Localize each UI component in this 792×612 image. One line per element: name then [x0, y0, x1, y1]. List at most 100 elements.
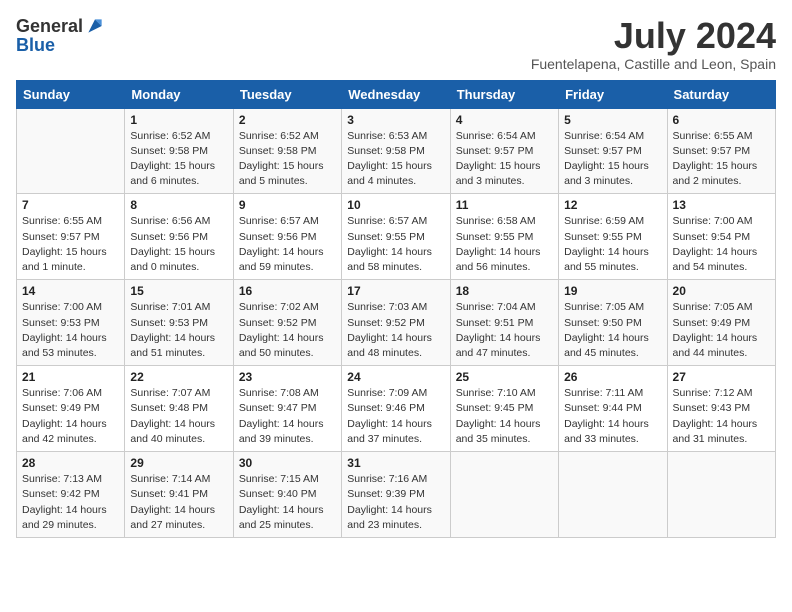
day-info: Sunrise: 7:13 AMSunset: 9:42 PMDaylight:… [22, 472, 119, 533]
day-number: 23 [239, 370, 336, 384]
day-cell: 23 Sunrise: 7:08 AMSunset: 9:47 PMDayligh… [233, 366, 341, 452]
day-cell: 11Sunrise: 6:58 AMSunset: 9:55 PMDayligh… [450, 194, 558, 280]
day-info: Sunrise: 7:11 AMSunset: 9:44 PMDaylight:… [564, 386, 661, 447]
day-info: Sunrise: 7:05 AMSunset: 9:50 PMDaylight:… [564, 300, 661, 361]
day-cell: 28 Sunrise: 7:13 AMSunset: 9:42 PMDayligh… [17, 452, 125, 538]
day-cell: 31 Sunrise: 7:16 AMSunset: 9:39 PMDayligh… [342, 452, 450, 538]
week-row-1: 1 Sunrise: 6:52 AMSunset: 9:58 PMDaylight… [17, 108, 776, 194]
day-number: 11 [456, 198, 553, 212]
day-cell: 14 Sunrise: 7:00 AMSunset: 9:53 PMDayligh… [17, 280, 125, 366]
weekday-header-monday: Monday [125, 80, 233, 108]
day-cell: 9 Sunrise: 6:57 AMSunset: 9:56 PMDaylight… [233, 194, 341, 280]
day-cell: 27Sunrise: 7:12 AMSunset: 9:43 PMDayligh… [667, 366, 775, 452]
day-cell: 7 Sunrise: 6:55 AMSunset: 9:57 PMDaylight… [17, 194, 125, 280]
day-info: Sunrise: 7:10 AMSunset: 9:45 PMDaylight:… [456, 386, 553, 447]
day-info: Sunrise: 6:59 AMSunset: 9:55 PMDaylight:… [564, 214, 661, 275]
day-info: Sunrise: 7:16 AMSunset: 9:39 PMDaylight:… [347, 472, 444, 533]
day-info: Sunrise: 7:03 AMSunset: 9:52 PMDaylight:… [347, 300, 444, 361]
day-cell: 16 Sunrise: 7:02 AMSunset: 9:52 PMDayligh… [233, 280, 341, 366]
day-cell: 5 Sunrise: 6:54 AMSunset: 9:57 PMDaylight… [559, 108, 667, 194]
weekday-header-wednesday: Wednesday [342, 80, 450, 108]
day-cell [450, 452, 558, 538]
day-info: Sunrise: 6:54 AMSunset: 9:57 PMDaylight:… [456, 129, 553, 190]
day-cell [17, 108, 125, 194]
day-cell: 4 Sunrise: 6:54 AMSunset: 9:57 PMDaylight… [450, 108, 558, 194]
month-title: July 2024 [531, 16, 776, 56]
page-header: General Blue July 2024 Fuentelapena, Cas… [16, 16, 776, 72]
day-info: Sunrise: 6:52 AMSunset: 9:58 PMDaylight:… [239, 129, 336, 190]
day-cell: 22 Sunrise: 7:07 AMSunset: 9:48 PMDayligh… [125, 366, 233, 452]
day-info: Sunrise: 7:15 AMSunset: 9:40 PMDaylight:… [239, 472, 336, 533]
day-cell: 17 Sunrise: 7:03 AMSunset: 9:52 PMDayligh… [342, 280, 450, 366]
week-row-3: 14 Sunrise: 7:00 AMSunset: 9:53 PMDayligh… [17, 280, 776, 366]
day-cell: 12 Sunrise: 6:59 AMSunset: 9:55 PMDayligh… [559, 194, 667, 280]
day-number: 12 [564, 198, 661, 212]
day-info: Sunrise: 7:04 AMSunset: 9:51 PMDaylight:… [456, 300, 553, 361]
day-info: Sunrise: 6:57 AMSunset: 9:55 PMDaylight:… [347, 214, 444, 275]
day-cell [667, 452, 775, 538]
day-info: Sunrise: 6:53 AMSunset: 9:58 PMDaylight:… [347, 129, 444, 190]
day-number: 30 [239, 456, 336, 470]
day-cell: 8 Sunrise: 6:56 AMSunset: 9:56 PMDaylight… [125, 194, 233, 280]
day-number: 24 [347, 370, 444, 384]
day-info: Sunrise: 6:56 AMSunset: 9:56 PMDaylight:… [130, 214, 227, 275]
logo-general: General [16, 17, 83, 35]
day-cell: 1 Sunrise: 6:52 AMSunset: 9:58 PMDaylight… [125, 108, 233, 194]
weekday-header-tuesday: Tuesday [233, 80, 341, 108]
weekday-header-row: SundayMondayTuesdayWednesdayThursdayFrid… [17, 80, 776, 108]
day-number: 17 [347, 284, 444, 298]
day-info: Sunrise: 6:57 AMSunset: 9:56 PMDaylight:… [239, 214, 336, 275]
day-cell: 15 Sunrise: 7:01 AMSunset: 9:53 PMDayligh… [125, 280, 233, 366]
day-cell: 24 Sunrise: 7:09 AMSunset: 9:46 PMDayligh… [342, 366, 450, 452]
day-number: 26 [564, 370, 661, 384]
day-info: Sunrise: 7:01 AMSunset: 9:53 PMDaylight:… [130, 300, 227, 361]
day-number: 7 [22, 198, 119, 212]
day-number: 25 [456, 370, 553, 384]
day-cell: 2Sunrise: 6:52 AMSunset: 9:58 PMDaylight… [233, 108, 341, 194]
day-number: 14 [22, 284, 119, 298]
day-number: 29 [130, 456, 227, 470]
day-number: 6 [673, 113, 770, 127]
day-cell: 10Sunrise: 6:57 AMSunset: 9:55 PMDayligh… [342, 194, 450, 280]
day-info: Sunrise: 6:55 AMSunset: 9:57 PMDaylight:… [22, 214, 119, 275]
day-number: 8 [130, 198, 227, 212]
day-cell: 18 Sunrise: 7:04 AMSunset: 9:51 PMDayligh… [450, 280, 558, 366]
day-info: Sunrise: 7:14 AMSunset: 9:41 PMDaylight:… [130, 472, 227, 533]
day-number: 28 [22, 456, 119, 470]
day-number: 27 [673, 370, 770, 384]
day-info: Sunrise: 7:07 AMSunset: 9:48 PMDaylight:… [130, 386, 227, 447]
day-number: 9 [239, 198, 336, 212]
day-info: Sunrise: 7:02 AMSunset: 9:52 PMDaylight:… [239, 300, 336, 361]
day-cell: 29 Sunrise: 7:14 AMSunset: 9:41 PMDayligh… [125, 452, 233, 538]
day-number: 1 [130, 113, 227, 127]
day-number: 18 [456, 284, 553, 298]
weekday-header-saturday: Saturday [667, 80, 775, 108]
day-info: Sunrise: 7:09 AMSunset: 9:46 PMDaylight:… [347, 386, 444, 447]
day-number: 5 [564, 113, 661, 127]
day-info: Sunrise: 7:05 AMSunset: 9:49 PMDaylight:… [673, 300, 770, 361]
day-number: 19 [564, 284, 661, 298]
day-info: Sunrise: 6:52 AMSunset: 9:58 PMDaylight:… [130, 129, 227, 190]
day-number: 4 [456, 113, 553, 127]
day-number: 3 [347, 113, 444, 127]
logo-blue: Blue [16, 35, 55, 55]
day-cell: 3 Sunrise: 6:53 AMSunset: 9:58 PMDaylight… [342, 108, 450, 194]
day-number: 16 [239, 284, 336, 298]
weekday-header-friday: Friday [559, 80, 667, 108]
day-number: 15 [130, 284, 227, 298]
week-row-2: 7 Sunrise: 6:55 AMSunset: 9:57 PMDaylight… [17, 194, 776, 280]
day-cell: 25 Sunrise: 7:10 AMSunset: 9:45 PMDayligh… [450, 366, 558, 452]
day-info: Sunrise: 7:08 AMSunset: 9:47 PMDaylight:… [239, 386, 336, 447]
day-number: 31 [347, 456, 444, 470]
location: Fuentelapena, Castille and Leon, Spain [531, 56, 776, 72]
weekday-header-sunday: Sunday [17, 80, 125, 108]
day-info: Sunrise: 7:00 AMSunset: 9:53 PMDaylight:… [22, 300, 119, 361]
day-cell: 13Sunrise: 7:00 AMSunset: 9:54 PMDayligh… [667, 194, 775, 280]
day-info: Sunrise: 7:06 AMSunset: 9:49 PMDaylight:… [22, 386, 119, 447]
day-info: Sunrise: 6:54 AMSunset: 9:57 PMDaylight:… [564, 129, 661, 190]
day-number: 22 [130, 370, 227, 384]
day-info: Sunrise: 6:55 AMSunset: 9:57 PMDaylight:… [673, 129, 770, 190]
day-cell [559, 452, 667, 538]
weekday-header-thursday: Thursday [450, 80, 558, 108]
calendar-table: SundayMondayTuesdayWednesdayThursdayFrid… [16, 80, 776, 538]
